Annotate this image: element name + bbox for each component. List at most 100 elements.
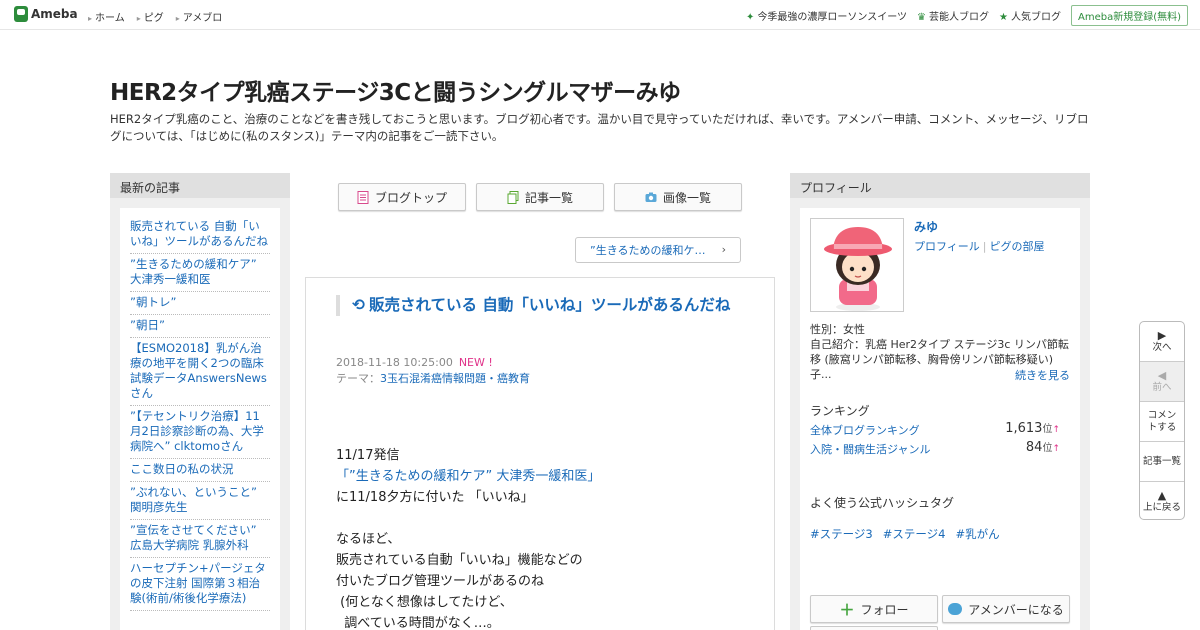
article-line: 調べている時間がなく…。 [336,616,500,630]
hashtag-link[interactable]: #ステージ3 [810,526,873,542]
article-meta: 2018-11-18 10:25:00 NEW ! テーマ：3玉石混淆癌情報問題・… [336,355,530,387]
blog-description: HER2タイプ乳癌のこと、治療のことなどを書き残しておこうと思います。ブログ初心… [110,112,1089,143]
play-left-icon: ◀ [1157,368,1167,382]
article-line: なるほど、 [336,532,401,547]
article-line: (何となく想像はしてたけど、 [336,595,513,610]
recent-articles-panel: 最新の記事 販売されている 自動「いいね」ツールがあるんだね ”生きるための緩和… [110,173,290,630]
recent-article-link[interactable]: 【ESMO2018】乳がん治療の地平を開く2つの臨床試験データAnswersNe… [130,341,267,400]
plus-icon: ＋ [839,600,855,619]
previous-article-title: ”生きるための緩和ケ… [590,244,706,257]
article-theme-link[interactable]: 3玉石混淆癌情報問題・癌教育 [380,372,530,385]
ranking-row-overall: 全体ブログランキング 1,613位↑ [810,420,1060,438]
profile-links: プロフィール | ピグの部屋 [914,238,1045,254]
image-list-button[interactable]: 画像一覧 [614,183,742,211]
document-icon [357,190,369,204]
recent-article-link[interactable]: ”朝日” [130,318,165,332]
amember-button[interactable]: アメンバーになる [942,595,1070,623]
article-card: ⟲ 販売されている 自動「いいね」ツールがあるんだね 2018-11-18 10:… [305,277,775,630]
avatar[interactable] [810,218,904,312]
blog-title[interactable]: HER2タイプ乳癌ステージ3Cと闘うシングルマザーみゆ [110,73,681,107]
top-link-sweets[interactable]: ✦ 今季最強の濃厚ローソンスイーツ [746,8,907,23]
avatar-illustration [824,227,892,311]
hashtag-list: #ステージ3 #ステージ4 #乳がん [810,526,1000,542]
blog-top-button[interactable]: ブログトップ [338,183,466,211]
ranking-genre-value: 84位↑ [1026,439,1060,455]
next-article-button[interactable]: ▶ 次へ [1140,322,1184,362]
recent-article-link[interactable]: ”【テセントリク治療】11月2日診察診断の為、大学病院へ” clktomoさん [130,409,264,453]
ranking-overall-link[interactable]: 全体ブログランキング [810,424,920,437]
follow-button[interactable]: ＋ フォロー [810,595,938,623]
article-line: 付いたブログ管理ツールがあるのね [336,574,545,589]
read-more-link[interactable]: 続きを見る [1015,367,1070,383]
pigg-room-link[interactable]: ピグの部屋 [990,240,1045,253]
previous-article-link[interactable]: ”生きるための緩和ケ… › [575,237,741,263]
back-to-top-button[interactable]: ▲ 上に戻る [1140,482,1184,519]
speech-bubble-icon [948,603,963,615]
recent-article-link[interactable]: ”宣伝をさせてください” 広島大学病院 乳腺外科 [130,523,257,552]
star-icon: ★ [999,12,1008,23]
article-theme-label: テーマ： [336,372,380,385]
amember-label: アメンバーになる [968,602,1064,617]
article-line: に11/18夕方に付いた 「いいね」 [336,490,534,505]
article-line: 11/17発信 [336,448,400,463]
ranking-genre-link[interactable]: 入院・闘病生活ジャンル [810,443,930,456]
article-date: 2018-11-18 10:25:00 [336,356,453,369]
ranking-row-genre: 入院・闘病生活ジャンル 84位↑ [810,439,1060,457]
ameba-logo[interactable]: Ameba [14,6,78,22]
profile-name[interactable]: みゆ [914,218,938,235]
hashtag-heading: よく使う公式ハッシュタグ [810,496,955,510]
profile-panel: プロフィール みゆ プロフィール | ピグの部屋 性別：女性 自己紹介：乳癌 H… [790,173,1090,630]
recent-article-link[interactable]: ”朝トレ” [130,295,176,309]
article-list-float-label: 記事一覧 [1142,455,1181,467]
image-list-label: 画像一覧 [662,190,711,205]
chevron-right-icon: › [721,243,726,256]
copy-pages-icon [507,190,519,204]
top-nav-home[interactable]: ホーム [88,9,125,24]
top-right-links: ✦ 今季最強の濃厚ローソンスイーツ ♛ 芸能人ブログ ★ 人気ブログ Ameba新規登… [746,5,1188,26]
prev-label: 前へ [1152,381,1172,393]
ranking-unit: 位 [1042,424,1053,435]
article-list-float-button[interactable]: 記事一覧 [1140,442,1184,482]
ranking-unit: 位 [1042,443,1053,454]
profile-heading: プロフィール [790,173,1090,198]
hashtag-link[interactable]: #ステージ4 [883,526,946,542]
camera-icon [645,192,657,202]
ranking-overall-value: 1,613位↑ [1005,420,1060,436]
top-nav: ホーム ピグ アメブロ [88,9,222,24]
article-line: 販売されている自動「いいね」機能などの [336,553,583,568]
profile-extra-button[interactable] [810,626,938,630]
ranking-overall-number: 1,613 [1005,421,1043,436]
floating-nav: ▶ 次へ ◀ 前へ コメントする 記事一覧 ▲ 上に戻る [1139,321,1185,520]
recent-article-link[interactable]: ”ぶれない、ということ” 関明彦先生 [130,485,257,514]
top-nav-ameblo[interactable]: アメブロ [176,9,223,24]
comment-button[interactable]: コメントする [1140,402,1184,442]
top-nav-pigg[interactable]: ピグ [137,9,164,24]
recent-article-link[interactable]: ハーセプチン+パージェタの皮下注射 国際第３相治験(術前/術後化学療法) [130,561,266,605]
article-title-text: 販売されている 自動「いいね」ツールがあるんだね [369,296,731,314]
top-link-celebrity-label: 芸能人ブログ [929,12,990,23]
article-title[interactable]: ⟲ 販売されている 自動「いいね」ツールがあるんだね [336,295,736,316]
signup-button[interactable]: Ameba新規登録(無料) [1070,5,1188,26]
article-body: 11/17発信 「”生きるための緩和ケア” 大津秀一緩和医」 に11/18夕方に… [336,445,600,630]
crown-icon: ♛ [917,12,927,23]
sparkle-icon: ✦ [746,12,755,23]
next-label: 次へ [1152,341,1172,353]
back-to-top-label: 上に戻る [1142,502,1181,513]
top-link-celebrity[interactable]: ♛ 芸能人ブログ [917,8,989,23]
article-inline-link[interactable]: 「”生きるための緩和ケア” 大津秀一緩和医」 [336,469,600,484]
article-list-button[interactable]: 記事一覧 [476,183,604,211]
recent-article-link[interactable]: 販売されている 自動「いいね」ツールがあるんだね [130,219,268,248]
recent-articles-heading: 最新の記事 [110,173,290,198]
top-link-popular[interactable]: ★ 人気ブログ [999,8,1061,23]
hashtag-link[interactable]: #乳がん [955,526,999,542]
profile-card: みゆ プロフィール | ピグの部屋 性別：女性 自己紹介：乳癌 Her2タイプ ステ… [800,208,1080,630]
profile-gender: 性別：女性 [810,323,865,336]
recent-article-link[interactable]: ここ数日の私の状況 [130,462,234,476]
ranking-genre-number: 84 [1025,440,1043,455]
follow-label: フォロー [860,602,909,617]
profile-link[interactable]: プロフィール [914,240,980,253]
comment-label: コメントする [1147,409,1177,433]
ranking-heading: ランキング [810,404,870,418]
prev-article-button: ◀ 前へ [1140,362,1184,402]
recent-article-link[interactable]: ”生きるための緩和ケア” 大津秀一緩和医 [130,257,257,286]
